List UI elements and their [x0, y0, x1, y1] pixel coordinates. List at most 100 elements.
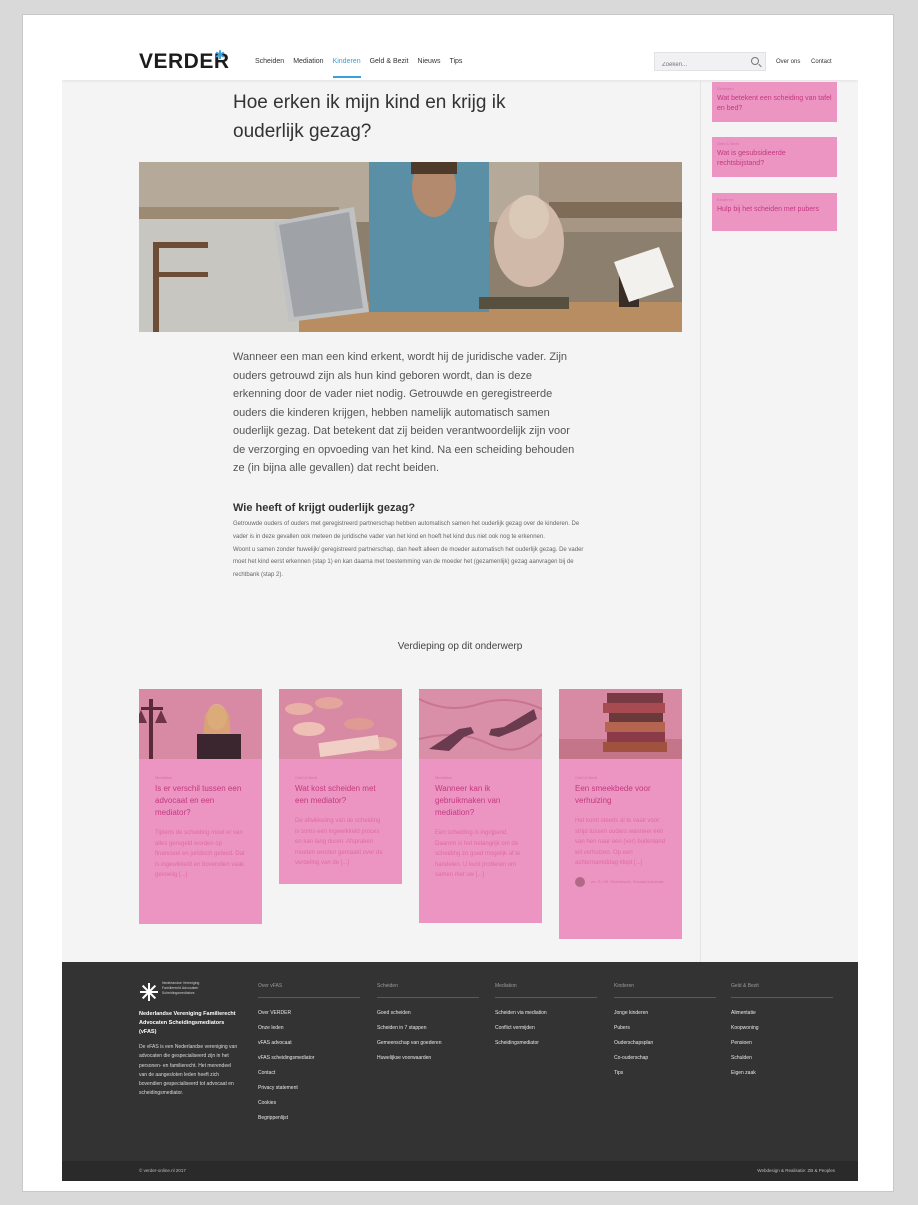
search-input[interactable]	[655, 56, 745, 74]
footer-link[interactable]: Koopwoning	[731, 1021, 833, 1036]
card-title[interactable]: Een smeekbede voor verhuizing	[559, 780, 682, 807]
footer-link[interactable]: Contact	[258, 1066, 360, 1081]
search-icon[interactable]	[751, 57, 759, 65]
nav-item-geld-bezit[interactable]: Geld & Bezit	[370, 58, 409, 65]
footer-link[interactable]: Huwelijkse voorwaarden	[377, 1051, 479, 1066]
footer-column-heading: Over vFAS	[258, 983, 360, 998]
footer-link[interactable]: Pubers	[614, 1021, 716, 1036]
sidebar-card-title[interactable]: Hulp bij het scheiden met pubers	[717, 205, 832, 215]
body-paragraph-2: Woont u samen zonder huwelijk/ geregistr…	[233, 546, 584, 579]
sidebar-card-category: Kinderen	[717, 197, 734, 202]
footer-bottom-bar: © verder-online.nl 2017 Webdesign & Real…	[62, 1161, 858, 1181]
footer-link[interactable]: Co-ouderschap	[614, 1051, 716, 1066]
sidebar-divider	[700, 80, 701, 965]
related-card-3[interactable]: Mediation Wanneer kan ik gebruikmaken va…	[419, 689, 542, 923]
footer-link[interactable]: Jonge kinderen	[614, 1006, 716, 1021]
footer-column-kinderen: Kinderen Jonge kinderen Pubers Ouderscha…	[614, 983, 716, 1081]
footer-link[interactable]: Gemeenschap van goederen	[377, 1036, 479, 1051]
footer-column-mediation: Mediation Scheiden via mediation Conflic…	[495, 983, 597, 1051]
card-category: Mediation	[155, 775, 173, 780]
logo-star-icon: ✱	[215, 48, 226, 62]
footer-link[interactable]: Privacy statement	[258, 1081, 360, 1096]
footer-link[interactable]: Scheiden in 7 stappen	[377, 1021, 479, 1036]
card-category: Mediation	[435, 775, 453, 780]
card-category: Geld & Bezit	[295, 775, 318, 780]
footer-column-heading: Mediation	[495, 983, 597, 998]
card-title[interactable]: Is er verschil tussen een advocaat en ee…	[139, 780, 262, 819]
footer-link[interactable]: Eigen zaak	[731, 1066, 833, 1081]
footer-link[interactable]: Scheiden via mediation	[495, 1006, 597, 1021]
search-box	[654, 52, 766, 74]
footer-link[interactable]: Pensioen	[731, 1036, 833, 1051]
footer-column-heading: Geld & Bezit	[731, 983, 833, 998]
main-nav: Scheiden Mediation Kinderen Geld & Bezit…	[255, 58, 462, 78]
related-card-2[interactable]: Geld & Bezit Wat kost scheiden met een m…	[279, 689, 402, 884]
footer-link[interactable]: Alimentatie	[731, 1006, 833, 1021]
body-paragraph-1: Getrouwde ouders of ouders met geregistr…	[233, 521, 580, 540]
sidebar-card-category: Scheiden	[717, 86, 734, 91]
nav-item-kinderen[interactable]: Kinderen	[332, 58, 361, 78]
credit-link[interactable]: Webdesign & Realisatie: ZB & Peoples	[757, 1168, 835, 1173]
vfas-logo-icon	[140, 983, 158, 1001]
hero-image	[139, 162, 682, 332]
card-image	[139, 689, 262, 759]
related-card-1[interactable]: Mediation Is er verschil tussen een advo…	[139, 689, 262, 924]
footer-link[interactable]: Cookies	[258, 1096, 360, 1111]
footer-link[interactable]: Scheidingsmediator	[495, 1036, 597, 1051]
sidebar-card-title[interactable]: Wat betekent een scheiding van tafel en …	[717, 94, 832, 114]
brand-line-3: Scheidingsmediators	[162, 991, 195, 995]
footer-column-heading: Scheiden	[377, 983, 479, 998]
footer-column-geld-bezit: Geld & Bezit Alimentatie Koopwoning Pens…	[731, 983, 833, 1081]
nav-item-tips[interactable]: Tips	[449, 58, 462, 65]
card-excerpt: Het komt steeds al te vaak voor: strijd …	[575, 818, 666, 866]
article-body: Getrouwde ouders of ouders met geregistr…	[233, 518, 588, 582]
article-lead: Wanneer een man een kind erkent, wordt h…	[233, 351, 575, 474]
nav-item-mediation[interactable]: Mediation	[293, 58, 323, 65]
card-excerpt: Tijdens de scheiding moet er van alles g…	[155, 830, 245, 878]
footer-column-scheiden: Scheiden Goed scheiden Scheiden in 7 sta…	[377, 983, 479, 1066]
avatar	[575, 876, 585, 887]
site-header: VERDER ✱ Scheiden Mediation Kinderen Gel…	[62, 28, 858, 80]
page: VERDER ✱ Scheiden Mediation Kinderen Gel…	[62, 28, 858, 1181]
card-title[interactable]: Wat kost scheiden met een mediator?	[279, 780, 402, 807]
footer-link[interactable]: vFAS advocaat	[258, 1036, 360, 1051]
card-image	[419, 689, 542, 759]
nav-item-nieuws[interactable]: Nieuws	[418, 58, 441, 65]
sidebar-card-1[interactable]: Scheiden Wat betekent een scheiding van …	[712, 82, 837, 122]
sidebar-card-3[interactable]: Kinderen Hulp bij het scheiden met puber…	[712, 193, 837, 231]
screenshot-frame: VERDER ✱ Scheiden Mediation Kinderen Gel…	[22, 14, 894, 1192]
card-excerpt: De afwikkeling van de scheiding is soms …	[295, 818, 383, 866]
over-ons-link[interactable]: Over ons	[776, 59, 800, 65]
footer-link[interactable]: Tips	[614, 1066, 716, 1081]
contact-link[interactable]: Contact	[811, 59, 832, 65]
brand-text: Nederlandse Vereniging Familierecht Advo…	[162, 981, 222, 996]
card-category: Geld & Bezit	[575, 775, 598, 780]
footer-link[interactable]: Ouderschapsplan	[614, 1036, 716, 1051]
copyright: © verder-online.nl 2017	[139, 1168, 186, 1173]
footer-column-heading: Kinderen	[614, 983, 716, 998]
footer-link[interactable]: Onze leden	[258, 1021, 360, 1036]
footer-link[interactable]: Schulden	[731, 1051, 833, 1066]
related-card-4[interactable]: Geld & Bezit Een smeekbede voor verhuizi…	[559, 689, 682, 939]
footer-link[interactable]: Over VERDER	[258, 1006, 360, 1021]
card-image	[279, 689, 402, 759]
author-name: mr. G.J.M. Elsenbroek, Sociaal Advocaat	[591, 878, 664, 884]
footer-link[interactable]: Conflict vermijden	[495, 1021, 597, 1036]
footer-column-over-vfas: Over vFAS Over VERDER Onze leden vFAS ad…	[258, 983, 360, 1126]
nav-item-scheiden[interactable]: Scheiden	[255, 58, 284, 65]
related-title: Verdieping op dit onderwerp	[397, 641, 523, 652]
card-title[interactable]: Wanneer kan ik gebruikmaken van mediatio…	[419, 780, 542, 819]
footer-link[interactable]: Begrippenlijst	[258, 1111, 360, 1126]
card-excerpt: Een scheiding is ingrijpend. Daarom is h…	[435, 830, 521, 878]
sidebar-card-2[interactable]: Geld & Bezit Wat is gesubsidieerde recht…	[712, 137, 837, 177]
footer-org-name: Nederlandse Vereniging Familierecht Advo…	[139, 1011, 236, 1035]
section-heading: Wie heeft of krijgt ouderlijk gezag?	[233, 502, 416, 514]
footer-about: De vFAS is een Nederlandse vereniging va…	[139, 1044, 238, 1097]
site-footer: Nederlandse Vereniging Familierecht Advo…	[62, 962, 858, 1161]
footer-link[interactable]: vFAS scheidingsmediator	[258, 1051, 360, 1066]
page-title: Hoe erken ik mijn kind en krijg ik ouder…	[233, 92, 506, 142]
card-image	[559, 689, 682, 759]
sidebar-card-title[interactable]: Wat is gesubsidieerde rechtsbijstand?	[717, 149, 832, 169]
sidebar-card-category: Geld & Bezit	[717, 141, 740, 146]
footer-link[interactable]: Goed scheiden	[377, 1006, 479, 1021]
